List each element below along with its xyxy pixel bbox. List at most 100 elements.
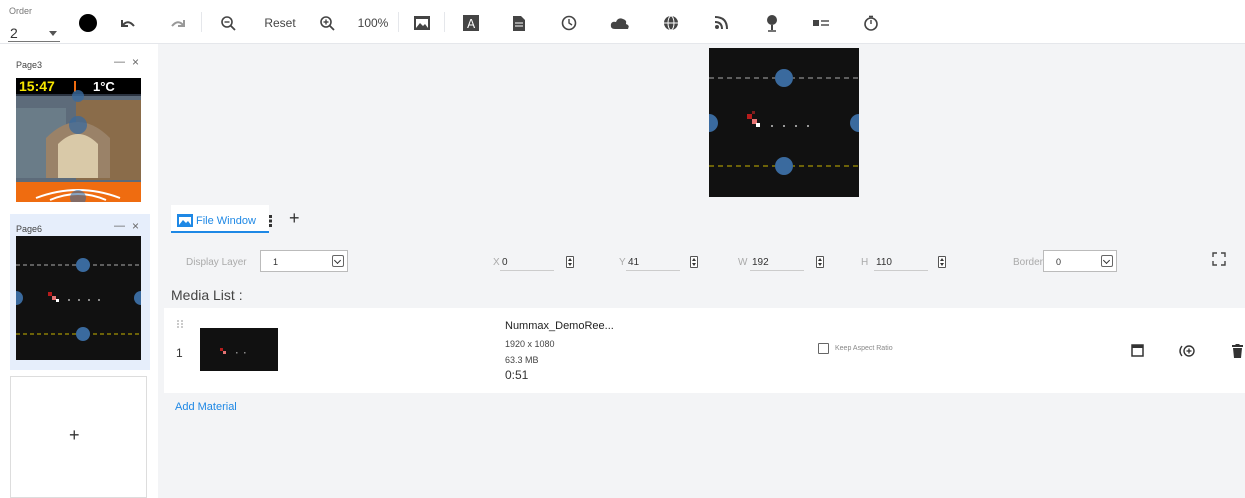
zoom-out-button[interactable]: [217, 12, 239, 34]
keep-aspect-checkbox[interactable]: [818, 343, 829, 354]
page-title: Page6: [16, 224, 43, 234]
temperature: 1°C: [93, 79, 115, 94]
page-title: Page3: [16, 60, 43, 70]
globe-icon: [664, 15, 678, 31]
zoom-in-button[interactable]: [316, 12, 338, 34]
zoom-in-icon: [320, 16, 335, 31]
border-value: 0: [1056, 257, 1062, 267]
zoom-level: 100%: [354, 12, 392, 34]
clock-icon: [561, 15, 577, 31]
minimize-icon[interactable]: —: [114, 56, 125, 68]
timer-icon: [864, 15, 878, 31]
chevron-down-icon: [1101, 255, 1113, 267]
media-name: Nummax_DemoRee...: [505, 320, 614, 332]
order-select[interactable]: Order 2: [8, 6, 60, 42]
zoom-out-icon: [221, 16, 236, 31]
add-page-button[interactable]: +: [10, 376, 147, 498]
page-card-page3[interactable]: Page3 — × 15:47 1°C: [10, 50, 150, 208]
text-icon: A: [463, 15, 479, 31]
tab-label: File Window: [196, 215, 256, 227]
keep-aspect-label: Keep Aspect Ratio: [835, 345, 893, 352]
add-image-window-button[interactable]: [411, 12, 433, 34]
delete-icon[interactable]: [1232, 344, 1243, 363]
redo-icon: [171, 20, 185, 27]
canvas-preview[interactable]: [709, 48, 859, 197]
h-input[interactable]: 110: [876, 257, 892, 268]
page-card-page6[interactable]: Page6 — ×: [10, 214, 150, 370]
add-rss-window-button[interactable]: [710, 12, 732, 34]
y-stepper[interactable]: [690, 256, 698, 268]
w-input[interactable]: 192: [752, 257, 769, 268]
media-list-title: Media List :: [171, 287, 243, 303]
order-value: 2: [10, 25, 18, 41]
add-text-window-button[interactable]: A: [460, 12, 482, 34]
w-label: W: [738, 257, 748, 268]
x-input[interactable]: 0: [502, 257, 508, 268]
add-table-window-button[interactable]: [810, 12, 832, 34]
media-resolution: 1920 x 1080: [505, 339, 555, 349]
undo-icon: [121, 20, 135, 27]
border-select[interactable]: 0: [1043, 250, 1117, 272]
media-list-item[interactable]: 1 Nummax_DemoRee... 1920 x 1080 63.3 MB …: [164, 308, 1245, 393]
cloud-icon: [610, 18, 629, 29]
add-document-window-button[interactable]: [508, 12, 530, 34]
media-thumbnail: [200, 328, 278, 371]
image-icon: [177, 214, 193, 232]
h-stepper[interactable]: [938, 256, 946, 268]
rss-icon: [714, 16, 728, 30]
more-vertical-icon[interactable]: [269, 214, 273, 232]
fullscreen-icon[interactable]: [1212, 252, 1226, 271]
drag-handle-icon[interactable]: [176, 316, 184, 328]
chevron-down-icon: [332, 255, 344, 267]
close-icon[interactable]: ×: [132, 55, 139, 69]
add-effect-icon[interactable]: [1178, 344, 1196, 363]
add-clock-window-button[interactable]: [558, 12, 580, 34]
media-index: 1: [176, 346, 183, 360]
page-preview-graphic: [16, 78, 141, 202]
add-web-window-button[interactable]: [660, 12, 682, 34]
color-circle-icon: [79, 14, 97, 32]
zoom-level-value: 100%: [357, 16, 389, 30]
redo-button[interactable]: [168, 12, 190, 34]
page-preview-graphic: [16, 236, 141, 360]
x-label: X: [493, 257, 500, 268]
h-label: H: [861, 257, 869, 268]
undo-button[interactable]: [116, 12, 138, 34]
reset-label: Reset: [264, 16, 296, 30]
resize-handle-bottom: [775, 157, 793, 175]
x-stepper[interactable]: [566, 256, 574, 268]
add-sensor-window-button[interactable]: [761, 12, 783, 34]
table-icon: [813, 20, 829, 26]
document-icon: [513, 15, 525, 31]
clock-time: 15:47: [19, 78, 55, 94]
y-input[interactable]: 41: [628, 257, 639, 268]
w-stepper[interactable]: [816, 256, 824, 268]
y-label: Y: [619, 257, 626, 268]
page-list: Page3 — × 15:47 1°C Page6 — × +: [0, 44, 158, 498]
add-timer-window-button[interactable]: [860, 12, 882, 34]
media-size: 63.3 MB: [505, 355, 539, 365]
page-thumbnail: [16, 236, 141, 360]
display-layer-label: Display Layer: [186, 257, 247, 268]
preview-graphic: [709, 48, 859, 197]
border-label: Border: [1013, 257, 1044, 268]
media-thumbnail-graphic: [200, 328, 278, 371]
reset-zoom-button[interactable]: Reset: [260, 12, 300, 34]
display-layer-select[interactable]: 1: [260, 250, 348, 272]
add-material-link[interactable]: Add Material: [175, 401, 237, 413]
page-thumbnail: 15:47 1°C: [16, 78, 141, 202]
top-toolbar: Order 2 Reset 100% A: [0, 0, 1245, 44]
color-picker-button[interactable]: [77, 12, 99, 34]
add-tab-button[interactable]: +: [289, 208, 300, 229]
media-duration: 0:51: [505, 368, 529, 382]
chevron-down-icon: [49, 31, 57, 36]
display-layer-value: 1: [273, 257, 279, 267]
calendar-icon[interactable]: [1131, 344, 1144, 362]
tab-file-window[interactable]: File Window: [171, 205, 269, 233]
close-icon[interactable]: ×: [132, 219, 139, 233]
minimize-icon[interactable]: —: [114, 220, 125, 232]
plus-icon: +: [69, 425, 80, 445]
sensor-icon: [767, 15, 777, 32]
resize-handle-top: [775, 69, 793, 87]
add-weather-window-button[interactable]: [609, 12, 631, 34]
